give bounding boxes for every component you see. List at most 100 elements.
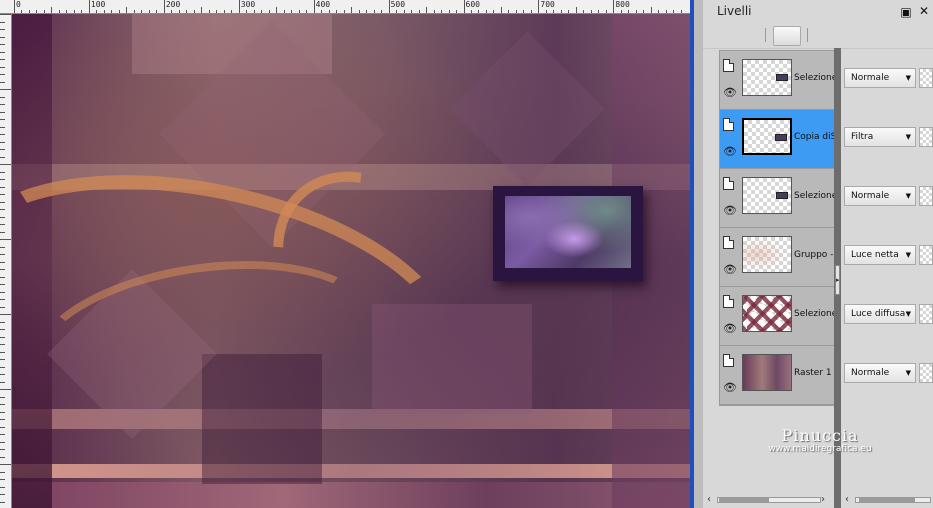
layer-opacity-swatch[interactable] [919,245,933,265]
ruler-tick [0,494,5,495]
tube-image [505,196,631,268]
blend-mode-select[interactable]: Normale ▼ [844,68,916,88]
ruler-tick [0,179,5,180]
ruler-tick [0,389,11,390]
blend-mode-select[interactable]: Luce diffusa ▼ [844,304,916,324]
toolbar-separator [765,28,766,42]
blend-scrollbar[interactable]: ‹ [845,494,933,506]
layer-row[interactable]: 👁 Raster 1 [720,346,834,405]
ruler-tick [0,419,5,420]
layer-lock-icon[interactable] [723,295,734,308]
scroll-right-icon[interactable]: › [821,494,825,506]
ruler-tick [0,44,5,45]
ruler-tick [0,134,5,135]
chevron-down-icon: ▼ [905,133,911,141]
blend-mode-label: Luce netta [851,250,899,260]
layer-name: Gruppo - [794,250,834,260]
ruler-tick [0,209,5,210]
layer-lock-icon[interactable] [723,177,734,190]
chevron-down-icon: ▼ [905,310,911,318]
layer-lock-icon[interactable] [723,236,734,249]
layer-name: Copia diS [794,132,834,142]
blend-mode-label: Normale [851,191,890,201]
ruler-label: 800 [615,0,630,9]
ruler-label: 200 [165,0,181,9]
chevron-down-icon: ▼ [905,192,911,200]
layer-opacity-swatch[interactable] [919,68,933,88]
layer-opacity-swatch[interactable] [919,186,933,206]
close-icon[interactable]: ✕ [919,4,929,18]
ruler-major-tick [313,0,315,13]
ruler-tick [0,239,11,240]
scroll-left-icon[interactable]: ‹ [707,494,711,506]
visibility-eye-icon[interactable]: 👁 [723,146,737,157]
blend-mode-select[interactable]: Filtra ▼ [844,127,916,147]
ruler-tick [0,366,5,368]
layer-row[interactable]: 👁 Selezione [720,287,834,346]
ruler-vertical [0,14,12,508]
layer-name: Raster 1 [794,368,832,378]
ruler-tick [0,329,5,330]
ruler-major-tick [538,0,540,13]
ruler-tick [0,411,5,413]
layer-lock-icon[interactable] [723,118,734,131]
blend-mode-select[interactable]: Luce netta ▼ [844,245,916,265]
layer-name: Selezione [794,73,834,83]
toolbar-button[interactable] [773,26,801,46]
ruler-tick [0,299,5,300]
ruler-tick [0,291,5,293]
layer-row[interactable]: 👁 Selezione [720,169,834,228]
layer-lock-icon[interactable] [723,354,734,367]
ruler-tick [0,96,5,98]
ruler-label: 0 [16,0,21,9]
ruler-tick [0,471,5,473]
scroll-left-icon[interactable]: ‹ [845,494,849,506]
ruler-tick [0,74,5,75]
scroll-thumb[interactable] [719,497,769,503]
image-canvas[interactable] [12,14,690,508]
layer-lock-icon[interactable] [723,59,734,72]
visibility-eye-icon[interactable]: 👁 [723,382,737,393]
thumb-mark [776,192,788,199]
visibility-eye-icon[interactable]: 👁 [723,205,737,216]
scroll-thumb[interactable] [859,497,915,503]
layer-row[interactable]: 👁 Gruppo - [720,228,834,287]
ruler-tick [0,164,11,165]
layer-opacity-swatch[interactable] [919,127,933,147]
layers-scrollbar[interactable]: ‹ › [707,494,829,506]
ruler-tick [0,501,5,503]
ruler-label: 100 [90,0,106,9]
ruler-label: 500 [390,0,406,9]
layer-opacity-swatch[interactable] [919,363,933,383]
menu-square-icon[interactable]: ▣ [899,5,913,19]
ruler-label: 300 [240,0,256,9]
layer-row[interactable]: 👁 Copia diS [720,110,834,169]
ruler-tick [0,426,5,428]
ruler-minor-tick [650,7,652,13]
visibility-eye-icon[interactable]: 👁 [723,264,737,275]
ruler-tick [0,14,11,15]
ruler-minor-tick [51,7,53,13]
ruler-tick [0,381,5,383]
thumb-mark [776,74,788,81]
ruler-tick [0,276,5,278]
ruler-tick [0,104,5,105]
layer-opacity-swatch[interactable] [919,304,933,324]
visibility-eye-icon[interactable]: 👁 [723,323,737,334]
layer-row[interactable]: 👁 Selezione [720,51,834,110]
splitter-arrow-icon[interactable]: ▸ [835,265,840,295]
thumb-mark [775,134,787,141]
layer-name: Selezione [794,191,834,201]
layers-list: 👁 Selezione 👁 Copia diS 👁 Selezione 👁 Gruppo - 👁… [719,50,835,406]
ruler-major-tick [88,0,90,13]
ruler-tick [0,224,5,225]
ruler-minor-tick [575,7,577,13]
blend-mode-select[interactable]: Normale ▼ [844,186,916,206]
blend-mode-select[interactable]: Normale ▼ [844,363,916,383]
ruler-tick [0,486,5,488]
blend-mode-column: Normale ▼ Filtra ▼ Normale ▼ Luce netta ▼ Luce d… [841,50,933,404]
ruler-tick [0,231,5,233]
ruler-tick [0,119,5,120]
ruler-tick [0,254,5,255]
visibility-eye-icon[interactable]: 👁 [723,87,737,98]
